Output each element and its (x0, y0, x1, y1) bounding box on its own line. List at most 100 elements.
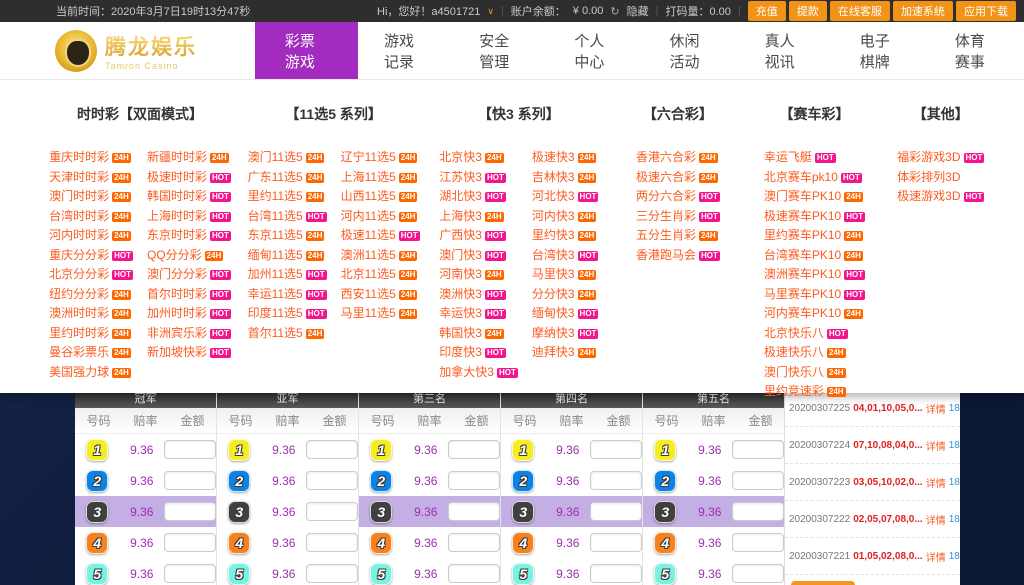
nav-item-体育赛事[interactable]: 体育赛事 (929, 22, 1024, 79)
topbar-button-加速系统[interactable]: 加速系统 (893, 1, 953, 21)
amount-input[interactable] (164, 440, 216, 459)
number-ball-4[interactable]: 4 (228, 532, 250, 554)
lottery-link-幸运11选5[interactable]: 幸运11选5 (248, 287, 303, 301)
details-link[interactable]: 详情 (926, 512, 946, 527)
lottery-link-马里快3[interactable]: 马里快3 (532, 267, 575, 281)
lottery-link-新疆时时彩[interactable]: 新疆时时彩 (147, 150, 207, 164)
lottery-link-澳洲11选5[interactable]: 澳洲11选5 (341, 248, 396, 262)
lottery-link-非洲宾乐彩[interactable]: 非洲宾乐彩 (147, 326, 207, 340)
lottery-link-两分六合彩[interactable]: 两分六合彩 (636, 189, 696, 203)
lottery-link-五分生肖彩[interactable]: 五分生肖彩 (636, 228, 696, 242)
lottery-link-澳门快乐八[interactable]: 澳门快乐八 (764, 365, 824, 379)
number-ball-2[interactable]: 2 (228, 470, 250, 492)
lottery-link-加州时时彩[interactable]: 加州时时彩 (147, 306, 207, 320)
lottery-link-东京11选5[interactable]: 东京11选5 (248, 228, 303, 242)
topbar-button-在线客服[interactable]: 在线客服 (830, 1, 890, 21)
lottery-link-澳门分分彩[interactable]: 澳门分分彩 (147, 267, 207, 281)
amount-input[interactable] (164, 502, 216, 521)
amount-input[interactable] (732, 440, 784, 459)
lottery-link-北京快乐八[interactable]: 北京快乐八 (764, 326, 824, 340)
lottery-link-新加坡快彩[interactable]: 新加坡快彩 (147, 345, 207, 359)
refresh-icon[interactable]: ↻ (610, 5, 619, 18)
lottery-link-极速11选5[interactable]: 极速11选5 (341, 228, 396, 242)
lottery-link-迪拜快3[interactable]: 迪拜快3 (532, 345, 575, 359)
lottery-link-印度11选5[interactable]: 印度11选5 (248, 306, 303, 320)
lottery-link-西安11选5[interactable]: 西安11选5 (341, 287, 396, 301)
nav-item-个人中心[interactable]: 个人中心 (548, 22, 643, 79)
amount-input[interactable] (732, 502, 784, 521)
number-ball-2[interactable]: 2 (654, 470, 676, 492)
details-link[interactable]: 详情 (926, 401, 946, 416)
lottery-link-澳门快3[interactable]: 澳门快3 (439, 248, 482, 262)
amount-input[interactable] (306, 471, 358, 490)
topbar-button-提款[interactable]: 提款 (789, 1, 827, 21)
topbar-button-充值[interactable]: 充值 (748, 1, 786, 21)
number-ball-5[interactable]: 5 (512, 563, 534, 585)
amount-input[interactable] (732, 533, 784, 552)
nav-item-真人视讯[interactable]: 真人视讯 (739, 22, 834, 79)
lottery-link-上海时时彩[interactable]: 上海时时彩 (147, 209, 207, 223)
lottery-link-韩国时时彩[interactable]: 韩国时时彩 (147, 189, 207, 203)
lottery-link-台湾11选5[interactable]: 台湾11选5 (248, 209, 303, 223)
number-ball-2[interactable]: 2 (512, 470, 534, 492)
nav-item-电子棋牌[interactable]: 电子棋牌 (834, 22, 929, 79)
lottery-link-江苏快3[interactable]: 江苏快3 (439, 170, 482, 184)
hide-balance-toggle[interactable]: 隐藏 (627, 3, 649, 19)
details-link[interactable]: 详情 (926, 438, 946, 453)
win-info-button[interactable]: 中奖信息 (791, 581, 855, 585)
lottery-link-缅甸11选5[interactable]: 缅甸11选5 (248, 248, 303, 262)
nav-item-彩票游戏[interactable]: 彩票游戏 (255, 22, 358, 79)
number-ball-2[interactable]: 2 (86, 470, 108, 492)
number-ball-4[interactable]: 4 (86, 532, 108, 554)
lottery-link-里约11选5[interactable]: 里约11选5 (248, 189, 303, 203)
number-ball-3[interactable]: 3 (370, 501, 392, 523)
lottery-link-山西11选5[interactable]: 山西11选5 (341, 189, 396, 203)
lottery-link-河内赛车PK10[interactable]: 河内赛车PK10 (764, 306, 841, 320)
nav-item-安全管理[interactable]: 安全管理 (453, 22, 548, 79)
lottery-link-分分快3[interactable]: 分分快3 (532, 287, 575, 301)
number-ball-5[interactable]: 5 (654, 563, 676, 585)
lottery-link-北京分分彩[interactable]: 北京分分彩 (49, 267, 109, 281)
number-ball-4[interactable]: 4 (512, 532, 534, 554)
lottery-link-澳门赛车PK10[interactable]: 澳门赛车PK10 (764, 189, 841, 203)
lottery-link-上海快3[interactable]: 上海快3 (439, 209, 482, 223)
number-ball-3[interactable]: 3 (228, 501, 250, 523)
amount-input[interactable] (590, 564, 642, 583)
lottery-link-香港六合彩[interactable]: 香港六合彩 (636, 150, 696, 164)
lottery-link-印度快3[interactable]: 印度快3 (439, 345, 482, 359)
number-ball-5[interactable]: 5 (228, 563, 250, 585)
lottery-link-广东11选5[interactable]: 广东11选5 (248, 170, 303, 184)
lottery-link-河内快3[interactable]: 河内快3 (532, 209, 575, 223)
lottery-link-极速赛车PK10[interactable]: 极速赛车PK10 (764, 209, 841, 223)
number-ball-4[interactable]: 4 (654, 532, 676, 554)
lottery-link-极速六合彩[interactable]: 极速六合彩 (636, 170, 696, 184)
lottery-link-摩纳快3[interactable]: 摩纳快3 (532, 326, 575, 340)
number-ball-1[interactable]: 1 (370, 439, 392, 461)
amount-input[interactable] (448, 502, 500, 521)
amount-input[interactable] (590, 502, 642, 521)
amount-input[interactable] (164, 471, 216, 490)
lottery-link-韩国快3[interactable]: 韩国快3 (439, 326, 482, 340)
lottery-link-澳门11选5[interactable]: 澳门11选5 (248, 150, 303, 164)
lottery-link-河南快3[interactable]: 河南快3 (439, 267, 482, 281)
amount-input[interactable] (448, 533, 500, 552)
lottery-link-纽约分分彩[interactable]: 纽约分分彩 (49, 287, 109, 301)
number-ball-5[interactable]: 5 (370, 563, 392, 585)
lottery-link-幸运快3[interactable]: 幸运快3 (439, 306, 482, 320)
topbar-button-应用下载[interactable]: 应用下载 (956, 1, 1016, 21)
lottery-link-美国强力球[interactable]: 美国强力球 (49, 365, 109, 379)
number-ball-1[interactable]: 1 (228, 439, 250, 461)
lottery-link-澳洲赛车PK10[interactable]: 澳洲赛车PK10 (764, 267, 841, 281)
lottery-link-首尔时时彩[interactable]: 首尔时时彩 (147, 287, 207, 301)
lottery-link-幸运飞艇[interactable]: 幸运飞艇 (764, 150, 812, 164)
lottery-link-极速快乐八[interactable]: 极速快乐八 (764, 345, 824, 359)
lottery-link-台湾时时彩[interactable]: 台湾时时彩 (49, 209, 109, 223)
details-link[interactable]: 详情 (926, 475, 946, 490)
lottery-link-澳洲时时彩[interactable]: 澳洲时时彩 (49, 306, 109, 320)
amount-input[interactable] (164, 533, 216, 552)
lottery-link-极速游戏3D[interactable]: 极速游戏3D (897, 189, 960, 203)
amount-input[interactable] (590, 533, 642, 552)
lottery-link-台湾快3[interactable]: 台湾快3 (532, 248, 575, 262)
brand[interactable]: 腾龙娱乐 Tamron Casino (55, 30, 255, 72)
lottery-link-澳门时时彩[interactable]: 澳门时时彩 (49, 189, 109, 203)
